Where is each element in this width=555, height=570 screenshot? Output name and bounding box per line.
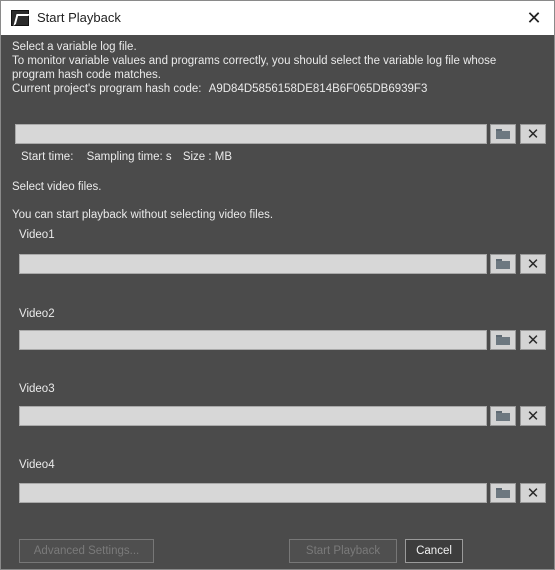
video3-clear-button[interactable]: ✕	[520, 406, 546, 426]
log-instruction-line1: Select a variable log file.	[12, 41, 137, 53]
video-section-title: Select video files.	[12, 181, 102, 193]
close-button[interactable]: ✕	[514, 1, 554, 35]
clear-x-icon: ✕	[526, 330, 540, 349]
video-optional-note: You can start playback without selecting…	[12, 209, 274, 221]
log-file-info: Start time: Sampling time: s Size : MB	[21, 151, 232, 163]
video1-browse-button[interactable]	[490, 254, 516, 274]
hash-code-label: Current project's program hash code:	[12, 83, 202, 95]
video1-clear-button[interactable]: ✕	[520, 254, 546, 274]
clear-x-icon: ✕	[526, 124, 540, 143]
log-clear-button[interactable]: ✕	[520, 124, 546, 144]
title-bar: Start Playback ✕	[1, 1, 554, 35]
video1-label: Video1	[19, 229, 55, 241]
folder-icon	[496, 259, 510, 269]
video2-clear-button[interactable]: ✕	[520, 330, 546, 350]
start-playback-dialog: Start Playback ✕ Select a variable log f…	[0, 0, 555, 570]
sampling-time-label: Sampling time: s	[86, 151, 172, 163]
size-label: Size : MB	[182, 151, 233, 163]
start-playback-button[interactable]: Start Playback	[289, 539, 397, 563]
clear-x-icon: ✕	[526, 483, 540, 502]
start-time-label: Start time:	[21, 151, 74, 163]
folder-icon	[496, 335, 510, 345]
video2-label: Video2	[19, 308, 55, 320]
hash-code-row: Current project's program hash code: A9D…	[12, 83, 427, 95]
video3-path-field[interactable]	[19, 406, 487, 426]
clear-x-icon: ✕	[526, 254, 540, 273]
video1-path-field[interactable]	[19, 254, 487, 274]
video2-browse-button[interactable]	[490, 330, 516, 350]
folder-icon	[496, 129, 510, 139]
clear-x-icon: ✕	[526, 406, 540, 425]
log-browse-button[interactable]	[490, 124, 516, 144]
video4-label: Video4	[19, 459, 55, 471]
video3-browse-button[interactable]	[490, 406, 516, 426]
video4-browse-button[interactable]	[490, 483, 516, 503]
video4-clear-button[interactable]: ✕	[520, 483, 546, 503]
advanced-settings-button[interactable]: Advanced Settings...	[19, 539, 154, 563]
video3-label: Video3	[19, 383, 55, 395]
dialog-title: Start Playback	[37, 10, 121, 25]
log-instruction-line3: program hash code matches.	[12, 69, 161, 81]
folder-icon	[496, 411, 510, 421]
video4-path-field[interactable]	[19, 483, 487, 503]
log-file-path-field[interactable]	[15, 124, 487, 144]
hash-code-value: A9D84D5856158DE814B6F065DB6939F3	[208, 83, 428, 95]
log-instruction-line2: To monitor variable values and programs …	[12, 55, 497, 67]
folder-icon	[496, 488, 510, 498]
cancel-button[interactable]: Cancel	[405, 539, 463, 563]
app-logo-icon	[11, 10, 29, 26]
video2-path-field[interactable]	[19, 330, 487, 350]
